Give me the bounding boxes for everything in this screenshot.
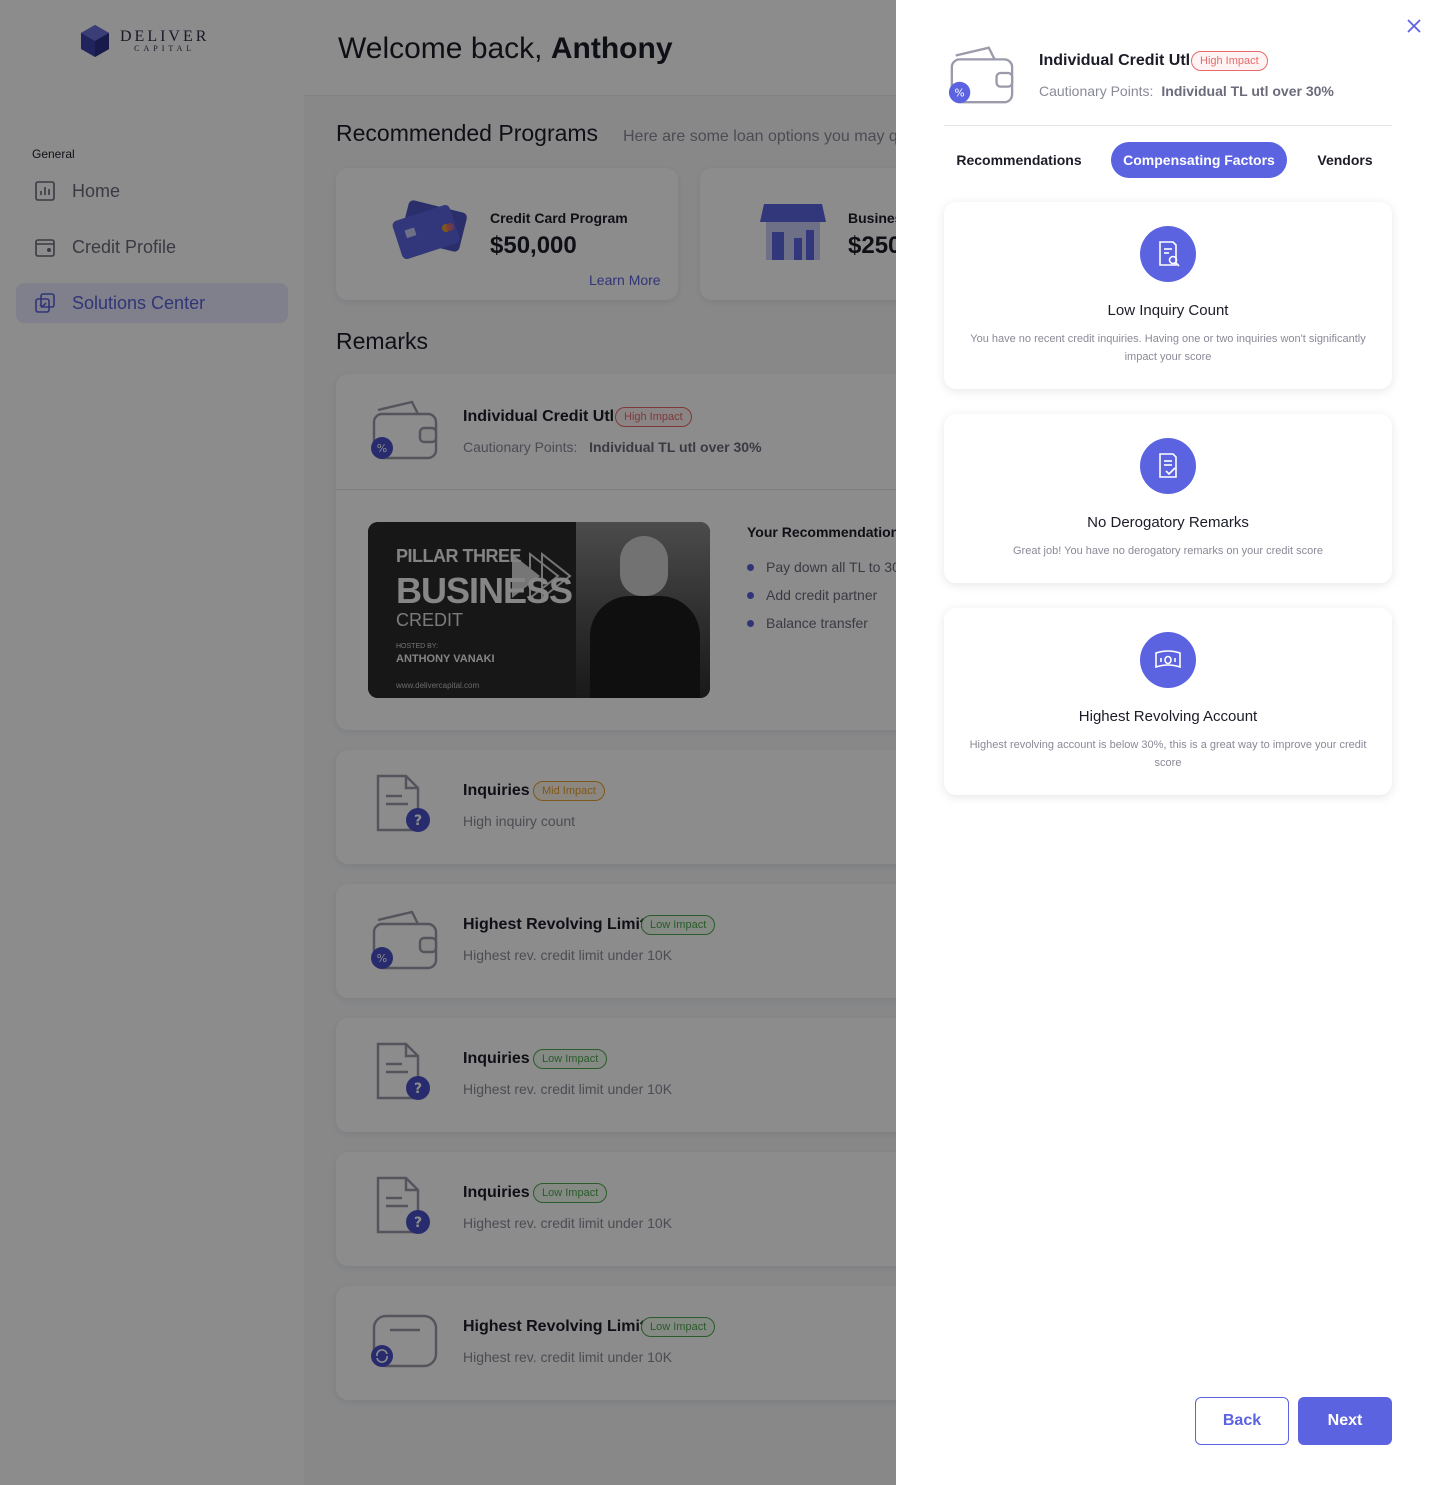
factor-card: Highest Revolving Account Highest revolv… — [944, 608, 1392, 795]
factor-card: No Derogatory Remarks Great job! You hav… — [944, 414, 1392, 583]
wallet-percent-icon: % — [948, 46, 1014, 104]
document-search-icon — [1159, 241, 1180, 267]
cautionary-label: Cautionary Points: — [1039, 83, 1154, 99]
drawer-subtitle: Cautionary Points: Individual TL utl over… — [1039, 83, 1334, 99]
document-check-icon — [1159, 453, 1177, 478]
factor-description: Highest revolving account is below 30%, … — [969, 739, 1367, 769]
factor-icon-badge — [1140, 438, 1196, 494]
impact-badge: High Impact — [1191, 51, 1268, 71]
drawer-divider — [944, 125, 1392, 126]
tab-compensating-factors[interactable]: Compensating Factors — [1111, 142, 1287, 178]
factor-title: No Derogatory Remarks — [1087, 514, 1249, 531]
cautionary-value: Individual TL utl over 30% — [1161, 83, 1334, 99]
next-button[interactable]: Next — [1298, 1397, 1392, 1445]
factor-description: You have no recent credit inquiries. Hav… — [970, 333, 1366, 363]
factor-icon-badge — [1140, 632, 1196, 688]
close-icon[interactable] — [1404, 16, 1424, 36]
tab-recommendations[interactable]: Recommendations — [944, 142, 1094, 178]
banknote-icon — [1155, 650, 1181, 669]
drawer-title: Individual Credit Utl — [1039, 52, 1191, 69]
factor-title: Low Inquiry Count — [1107, 302, 1229, 319]
factor-icon-badge — [1140, 226, 1196, 282]
tab-vendors[interactable]: Vendors — [1304, 142, 1386, 178]
modal-overlay[interactable] — [0, 0, 896, 1485]
svg-text:%: % — [955, 86, 965, 99]
factor-title: Highest Revolving Account — [1078, 708, 1258, 725]
back-button[interactable]: Back — [1195, 1397, 1289, 1445]
factor-card: Low Inquiry Count You have no recent cre… — [944, 202, 1392, 389]
factor-description: Great job! You have no derogatory remark… — [1012, 545, 1323, 557]
